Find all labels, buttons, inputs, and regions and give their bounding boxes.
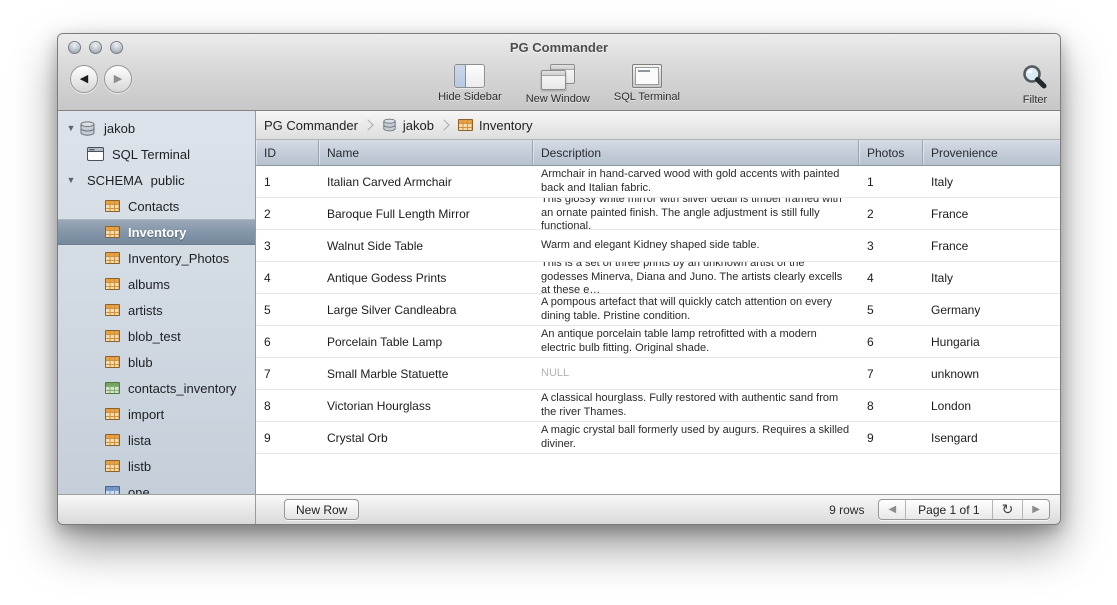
sidebar-item-database-jakob[interactable]: ▼ jakob xyxy=(58,115,255,141)
traffic-lights xyxy=(68,41,123,54)
window-chrome: PG Commander ◀ ▶ Hide Sidebar xyxy=(58,34,1060,111)
pagination-control: ◀ Page 1 of 1 ↻ ▶ xyxy=(878,499,1050,520)
column-header-photos[interactable]: Photos xyxy=(859,140,923,165)
table-row[interactable]: 3 Walnut Side Table Warm and elegant Kid… xyxy=(256,230,1060,262)
table-icon xyxy=(105,408,120,420)
sidebar-icon xyxy=(454,64,485,88)
table-row[interactable]: 9 Crystal Orb A magic crystal ball forme… xyxy=(256,422,1060,454)
table-icon xyxy=(105,434,120,446)
breadcrumb: PG Commander jakob Inventory xyxy=(256,111,1060,140)
sidebar-item-artists[interactable]: artists xyxy=(58,297,255,323)
status-bar: New Row 9 rows ◀ Page 1 of 1 ↻ ▶ xyxy=(58,494,1060,524)
sidebar-item-lista[interactable]: lista xyxy=(58,427,255,453)
schema-prefix-label: SCHEMA xyxy=(87,173,143,188)
database-icon xyxy=(79,121,96,136)
refresh-button[interactable]: ↻ xyxy=(992,500,1023,519)
database-icon xyxy=(382,118,397,132)
table-row[interactable]: 2 Baroque Full Length Mirror This glossy… xyxy=(256,198,1060,230)
sidebar-item-albums[interactable]: albums xyxy=(58,271,255,297)
window-title: PG Commander xyxy=(58,40,1060,55)
table-icon xyxy=(105,226,120,238)
table-icon xyxy=(105,356,120,368)
schema-name-label: public xyxy=(151,173,185,188)
terminal-icon xyxy=(632,64,662,88)
new-row-button[interactable]: New Row xyxy=(284,499,359,520)
column-header-id[interactable]: ID xyxy=(256,140,319,165)
sidebar-item-contacts[interactable]: Contacts xyxy=(58,193,255,219)
sidebar-sql-terminal-label: SQL Terminal xyxy=(112,147,190,162)
terminal-icon xyxy=(87,147,104,161)
next-page-icon: ▶ xyxy=(1032,504,1040,515)
close-button[interactable] xyxy=(68,41,81,54)
null-value: NULL xyxy=(533,358,859,389)
new-window-button[interactable]: New Window xyxy=(526,61,590,111)
row-count: 9 rows xyxy=(829,503,864,517)
table-row[interactable]: 7 Small Marble Statuette NULL 7 unknown xyxy=(256,358,1060,390)
table-row[interactable]: 4 Antique Godess Prints This is a set of… xyxy=(256,262,1060,294)
table-icon xyxy=(458,119,473,131)
breadcrumb-database[interactable]: jakob xyxy=(382,118,434,133)
hide-sidebar-button[interactable]: Hide Sidebar xyxy=(438,61,502,111)
sidebar-database-label: jakob xyxy=(104,121,135,136)
sql-terminal-button[interactable]: SQL Terminal xyxy=(614,61,680,111)
page-indicator: Page 1 of 1 xyxy=(905,500,991,519)
disclosure-triangle-icon[interactable]: ▼ xyxy=(65,123,77,133)
table-icon xyxy=(105,460,120,472)
title-bar[interactable]: PG Commander xyxy=(58,34,1060,61)
sidebar-item-contacts-inventory[interactable]: contacts_inventory xyxy=(58,375,255,401)
search-icon xyxy=(1020,63,1050,93)
table-icon xyxy=(105,278,120,290)
table-row[interactable]: 6 Porcelain Table Lamp An antique porcel… xyxy=(256,326,1060,358)
hide-sidebar-label: Hide Sidebar xyxy=(438,91,502,103)
chevron-right-icon xyxy=(362,119,373,130)
app-window: PG Commander ◀ ▶ Hide Sidebar xyxy=(57,33,1061,525)
breadcrumb-table[interactable]: Inventory xyxy=(458,118,532,133)
column-header-provenience[interactable]: Provenience xyxy=(923,140,1060,165)
sql-terminal-label: SQL Terminal xyxy=(614,91,680,103)
sidebar-item-import[interactable]: import xyxy=(58,401,255,427)
sidebar: ▼ jakob SQL Terminal ▼ SCHEMA xyxy=(58,111,256,494)
sidebar-item-blob-test[interactable]: blob_test xyxy=(58,323,255,349)
zoom-button[interactable] xyxy=(110,41,123,54)
minimize-button[interactable] xyxy=(89,41,102,54)
toolbar: ◀ ▶ Hide Sidebar New Window xyxy=(58,61,1060,111)
table-row[interactable]: 1 Italian Carved Armchair Armchair in ha… xyxy=(256,166,1060,198)
table-icon xyxy=(105,486,120,494)
sidebar-item-sql-terminal[interactable]: SQL Terminal xyxy=(58,141,255,167)
table-row[interactable]: 8 Victorian Hourglass A classical hourgl… xyxy=(256,390,1060,422)
sidebar-item-inventory-photos[interactable]: Inventory_Photos xyxy=(58,245,255,271)
sidebar-item-schema-public[interactable]: ▼ SCHEMA public xyxy=(58,167,255,193)
sidebar-item-one[interactable]: one xyxy=(58,479,255,494)
table-body: 1 Italian Carved Armchair Armchair in ha… xyxy=(256,166,1060,494)
table-icon xyxy=(105,200,120,212)
column-header-name[interactable]: Name xyxy=(319,140,533,165)
table-header: ID Name Description Photos Provenience xyxy=(256,140,1060,166)
view-icon xyxy=(105,382,120,394)
sidebar-item-listb[interactable]: listb xyxy=(58,453,255,479)
table-icon xyxy=(105,330,120,342)
table-row[interactable]: 5 Large Silver Candleabra A pompous arte… xyxy=(256,294,1060,326)
previous-page-icon: ◀ xyxy=(888,504,896,515)
sidebar-item-inventory[interactable]: Inventory xyxy=(58,219,255,245)
table-icon xyxy=(105,252,120,264)
next-page-button[interactable]: ▶ xyxy=(1022,500,1049,519)
new-window-icon xyxy=(541,64,575,90)
previous-page-button[interactable]: ◀ xyxy=(879,500,905,519)
breadcrumb-app[interactable]: PG Commander xyxy=(264,118,358,133)
table-icon xyxy=(105,304,120,316)
column-header-description[interactable]: Description xyxy=(533,140,859,165)
refresh-icon: ↻ xyxy=(1002,501,1014,518)
filter-label: Filter xyxy=(1023,94,1047,106)
filter-button[interactable]: Filter xyxy=(1020,63,1050,106)
footer-sidebar-section xyxy=(58,495,256,524)
chevron-right-icon xyxy=(438,119,449,130)
new-window-label: New Window xyxy=(526,93,590,105)
sidebar-item-blub[interactable]: blub xyxy=(58,349,255,375)
disclosure-triangle-icon[interactable]: ▼ xyxy=(65,175,77,185)
